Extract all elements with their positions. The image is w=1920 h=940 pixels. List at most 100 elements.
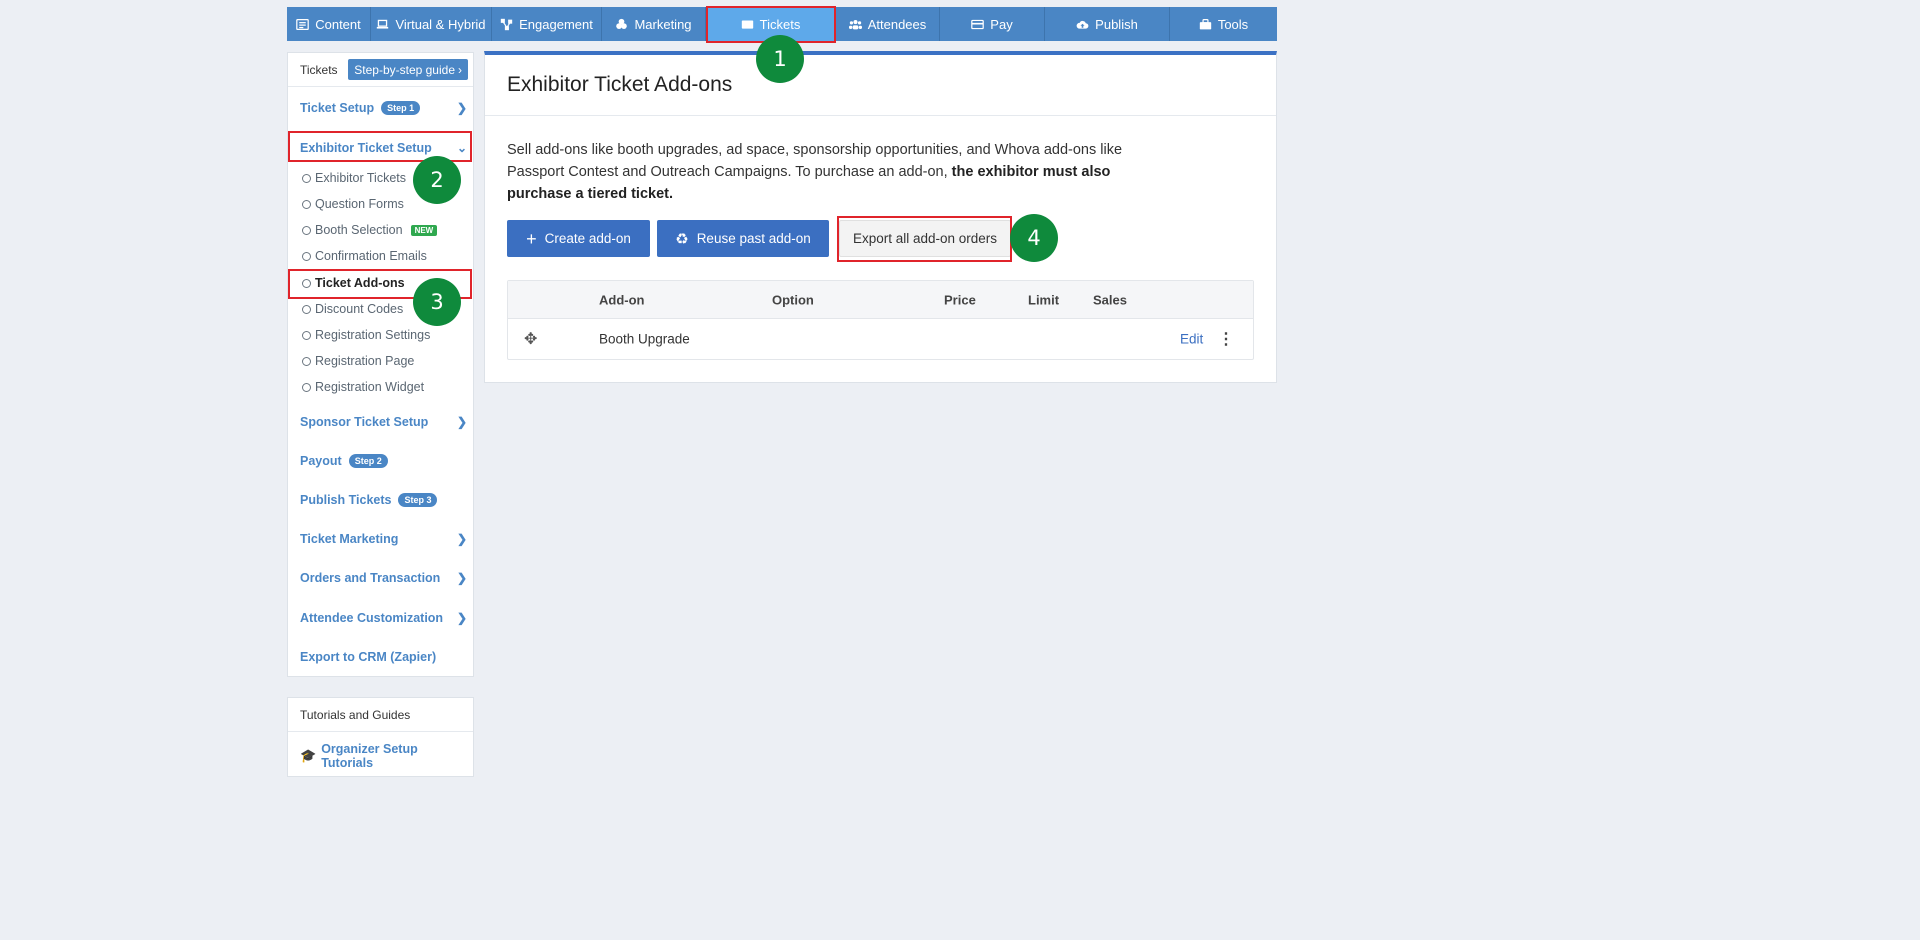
tab-content[interactable]: Content bbox=[287, 7, 371, 41]
subitem-ticket-add-ons[interactable]: Ticket Add-ons bbox=[302, 276, 405, 290]
sidebar: Tickets Step-by-step guide › Ticket Setu… bbox=[287, 52, 474, 677]
subitem-label: Registration Settings bbox=[315, 328, 431, 342]
circle-icon bbox=[302, 251, 311, 261]
chevron-right-icon: ❯ bbox=[456, 571, 467, 585]
tab-publish[interactable]: Publish bbox=[1045, 7, 1170, 41]
subitem-label: Exhibitor Tickets bbox=[315, 171, 407, 185]
graduation-cap-icon: 🎓 bbox=[300, 748, 317, 763]
tab-pay[interactable]: Pay bbox=[940, 7, 1045, 41]
circle-icon bbox=[302, 330, 311, 340]
marketing-icon bbox=[616, 18, 628, 29]
subitem-question-forms[interactable]: Question Forms bbox=[302, 197, 404, 211]
col-option: Option bbox=[772, 292, 814, 307]
add-ons-table: Add-on Option Price Limit Sales ✥ Booth … bbox=[507, 280, 1254, 360]
sidebar-item-attendee-customization[interactable]: Attendee Customization ❯ bbox=[300, 607, 467, 629]
export-add-on-orders-button[interactable]: Export all add-on orders bbox=[839, 220, 1011, 257]
subitem-registration-page[interactable]: Registration Page bbox=[302, 354, 414, 368]
users-icon bbox=[848, 19, 862, 29]
circle-icon bbox=[302, 304, 311, 314]
description: Sell add-ons like booth upgrades, ad spa… bbox=[507, 139, 1157, 205]
col-price: Price bbox=[944, 292, 976, 307]
plus-icon: + bbox=[526, 228, 537, 249]
tab-label: Pay bbox=[990, 16, 1013, 32]
tab-marketing[interactable]: Marketing bbox=[602, 7, 706, 41]
network-icon bbox=[500, 18, 513, 30]
subitem-discount-codes[interactable]: Discount Codes bbox=[302, 302, 403, 316]
tab-label: Publish bbox=[1095, 16, 1138, 32]
subitem-label: Registration Widget bbox=[315, 380, 425, 394]
laptop-icon bbox=[377, 19, 389, 29]
col-sales: Sales bbox=[1093, 292, 1127, 307]
sidebar-item-orders-transaction[interactable]: Orders and Transaction ❯ bbox=[300, 567, 467, 589]
sidebar-item-export-crm[interactable]: Export to CRM (Zapier) bbox=[300, 646, 467, 668]
new-badge: NEW bbox=[410, 224, 438, 236]
step-badge: Step 2 bbox=[348, 454, 388, 468]
step-marker-4: 4 bbox=[1010, 214, 1058, 262]
sidebar-item-label: Ticket Marketing bbox=[300, 532, 399, 546]
sidebar-item-label: Ticket Setup bbox=[300, 101, 375, 115]
circle-icon bbox=[302, 173, 311, 183]
circle-icon bbox=[302, 278, 311, 288]
tab-attendees[interactable]: Attendees bbox=[836, 7, 940, 41]
edit-link[interactable]: Edit bbox=[1180, 332, 1203, 347]
cloud-upload-icon bbox=[1076, 20, 1089, 29]
sidebar-item-label: Publish Tickets bbox=[300, 493, 392, 507]
subitem-registration-settings[interactable]: Registration Settings bbox=[302, 328, 430, 342]
recycle-icon: ♻ bbox=[675, 230, 689, 248]
tutorials-link-label: Organizer Setup Tutorials bbox=[321, 742, 418, 770]
sidebar-item-ticket-setup[interactable]: Ticket Setup Step 1 ❯ bbox=[300, 97, 467, 119]
sidebar-item-sponsor-ticket-setup[interactable]: Sponsor Ticket Setup ❯ bbox=[300, 411, 467, 433]
tab-label: Tickets bbox=[759, 16, 801, 32]
reuse-past-add-on-button[interactable]: ♻ Reuse past add-on bbox=[657, 220, 829, 257]
sidebar-header: Tickets Step-by-step guide › bbox=[288, 53, 473, 87]
sidebar-item-label: Attendee Customization bbox=[300, 611, 444, 625]
subitem-label: Question Forms bbox=[315, 197, 404, 211]
tab-label: Engagement bbox=[519, 16, 593, 32]
circle-icon bbox=[302, 199, 311, 209]
organizer-setup-tutorials-link[interactable]: 🎓 Organizer Setup Tutorials bbox=[288, 732, 473, 770]
toolbox-icon bbox=[1199, 18, 1211, 29]
circle-icon bbox=[302, 356, 311, 366]
step-badge: Step 1 bbox=[381, 101, 421, 115]
subitem-booth-selection[interactable]: Booth Selection NEW bbox=[302, 223, 438, 237]
step-badge: Step 3 bbox=[398, 493, 438, 507]
sidebar-title: Tickets bbox=[300, 62, 338, 77]
chevron-right-icon: ❯ bbox=[456, 101, 467, 115]
chevron-right-icon: ❯ bbox=[456, 611, 467, 625]
sidebar-item-label: Export to CRM (Zapier) bbox=[300, 650, 437, 664]
subitem-registration-widget[interactable]: Registration Widget bbox=[302, 380, 424, 394]
subitem-exhibitor-tickets[interactable]: Exhibitor Tickets bbox=[302, 171, 406, 185]
sidebar-item-label: Sponsor Ticket Setup bbox=[300, 415, 429, 429]
chevron-right-icon: ❯ bbox=[456, 415, 467, 429]
tutorials-panel: Tutorials and Guides 🎓 Organizer Setup T… bbox=[287, 697, 474, 777]
col-limit: Limit bbox=[1028, 292, 1060, 307]
cell-add-on: Booth Upgrade bbox=[599, 331, 690, 347]
more-options-icon[interactable]: ⋮ bbox=[1218, 329, 1234, 349]
sidebar-item-payout[interactable]: Payout Step 2 bbox=[300, 450, 467, 472]
tab-engagement[interactable]: Engagement bbox=[492, 7, 602, 41]
tab-tools[interactable]: Tools bbox=[1170, 7, 1277, 41]
sidebar-item-label: Payout bbox=[300, 454, 342, 468]
tab-virtual-hybrid[interactable]: Virtual & Hybrid bbox=[371, 7, 492, 41]
guide-label: Step-by-step guide bbox=[354, 62, 455, 77]
ticket-icon bbox=[741, 19, 753, 29]
tab-label: Attendees bbox=[867, 16, 927, 32]
sidebar-item-ticket-marketing[interactable]: Ticket Marketing ❯ bbox=[300, 528, 467, 550]
tab-label: Content bbox=[315, 16, 361, 32]
subitem-confirmation-emails[interactable]: Confirmation Emails bbox=[302, 249, 427, 263]
create-add-on-button[interactable]: + Create add-on bbox=[507, 220, 650, 257]
drag-handle-icon[interactable]: ✥ bbox=[524, 329, 537, 349]
step-by-step-guide-button[interactable]: Step-by-step guide › bbox=[348, 59, 468, 80]
subitem-label: Confirmation Emails bbox=[315, 249, 427, 263]
sidebar-item-label: Orders and Transaction bbox=[300, 571, 441, 585]
col-add-on: Add-on bbox=[599, 292, 645, 307]
tab-label: Tools bbox=[1217, 16, 1249, 32]
chevron-right-icon: › bbox=[458, 62, 462, 77]
chevron-down-icon: ⌄ bbox=[456, 141, 467, 155]
step-marker-3: 3 bbox=[413, 278, 461, 326]
tab-label: Virtual & Hybrid bbox=[395, 16, 486, 32]
card-icon bbox=[971, 19, 985, 29]
circle-icon bbox=[302, 382, 311, 392]
table-row: ✥ Booth Upgrade Edit ⋮ bbox=[508, 319, 1253, 359]
sidebar-item-publish-tickets[interactable]: Publish Tickets Step 3 bbox=[300, 489, 467, 511]
